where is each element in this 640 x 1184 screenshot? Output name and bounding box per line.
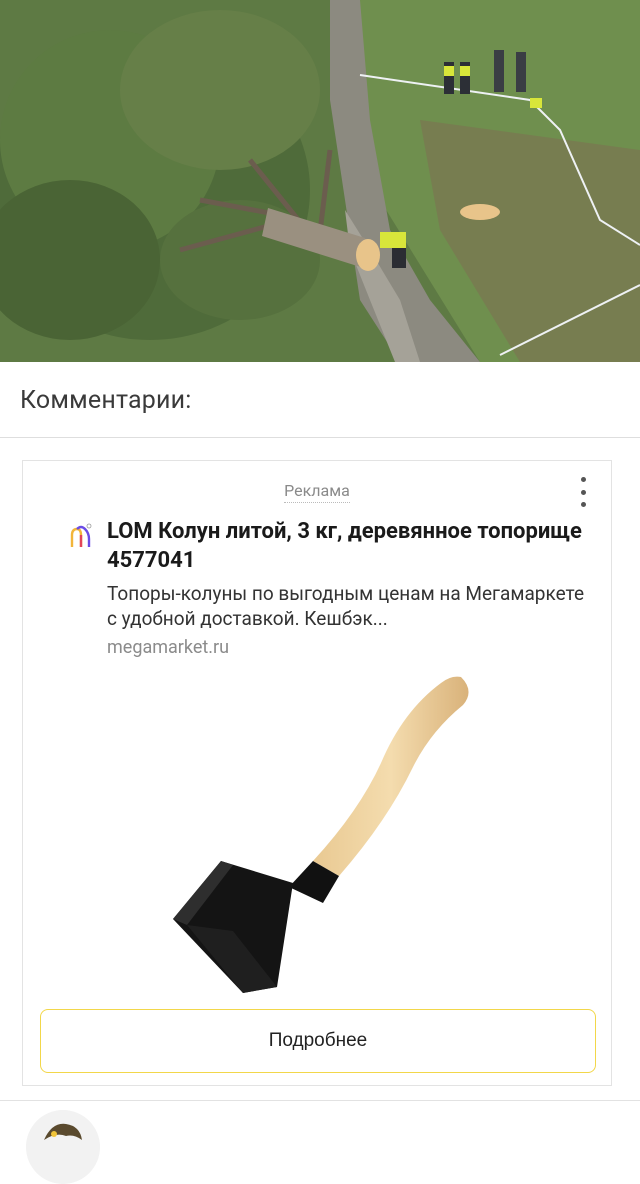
comments-divider bbox=[0, 1100, 640, 1101]
ad-description: Топоры-колуны по выгодным ценам на Мегам… bbox=[107, 582, 585, 630]
ad-label-text: Реклама bbox=[284, 481, 350, 503]
ad-domain: megamarket.ru bbox=[107, 637, 230, 658]
user-avatar[interactable] bbox=[26, 1110, 100, 1184]
ad-label: Реклама bbox=[23, 481, 611, 503]
ad-title-link[interactable]: LOM Колун литой, 3 кг, деревянное топори… bbox=[107, 517, 587, 575]
ad-card[interactable]: Реклама LOM Колун литой, 3 кг, деревянно… bbox=[22, 460, 612, 1086]
comments-header: Комментарии: bbox=[0, 362, 640, 438]
fallen-tree-photo bbox=[0, 0, 640, 362]
megamarket-logo-icon bbox=[70, 523, 92, 547]
more-vertical-icon[interactable] bbox=[573, 475, 593, 509]
more-details-button[interactable]: Подробнее bbox=[40, 1009, 596, 1073]
article-photo[interactable] bbox=[0, 0, 640, 362]
splitting-axe-image[interactable] bbox=[163, 671, 483, 1001]
comments-title: Комментарии: bbox=[20, 386, 192, 415]
avatar-image-icon bbox=[26, 1110, 100, 1184]
